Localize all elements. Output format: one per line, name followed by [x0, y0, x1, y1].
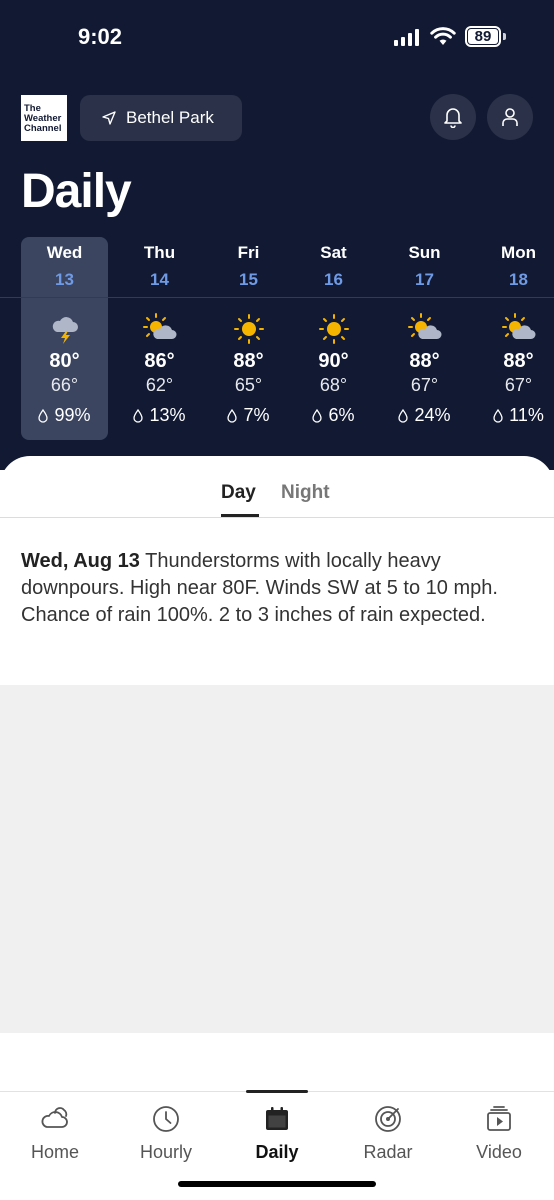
- day-low-temp: 62°: [145, 375, 174, 395]
- day-high-temp: 88°: [503, 350, 534, 372]
- header-hero: 9:02 89 The Weather Channel Bethel Park: [0, 0, 554, 470]
- person-icon: [502, 108, 518, 126]
- day-name: Fri: [237, 243, 260, 262]
- raindrop-icon: [398, 408, 409, 423]
- day-date: 13: [55, 270, 74, 289]
- weather-channel-logo[interactable]: The Weather Channel: [21, 95, 67, 141]
- raindrop-icon: [493, 408, 503, 423]
- day-column-fri[interactable]: Fri 15 88° 65° 7%: [205, 243, 292, 426]
- day-name: Sun: [408, 243, 441, 262]
- raindrop-icon: [38, 408, 49, 423]
- forecast-narrative: Wed, Aug 13 Thunderstorms with locally h…: [21, 548, 526, 629]
- tab-night[interactable]: Night: [281, 482, 330, 504]
- day-low-temp: 67°: [410, 375, 439, 395]
- detail-sheet: Day Night Wed, Aug 13 Thunderstorms with…: [0, 456, 554, 1200]
- day-column-sun[interactable]: Sun 17 88° 67° 24%: [381, 243, 468, 426]
- precip-value: 24%: [414, 405, 451, 425]
- nav-hourly[interactable]: Hourly: [121, 1104, 211, 1163]
- calendar-icon: [266, 1107, 288, 1130]
- nav-radar-label: Radar: [363, 1142, 413, 1162]
- raindrop-icon: [227, 408, 238, 423]
- precip-value: 7%: [243, 405, 270, 425]
- day-low-temp: 68°: [319, 375, 348, 395]
- day-name: Sat: [320, 243, 347, 262]
- sunny-icon: [205, 312, 292, 346]
- battery-tip: [503, 33, 506, 40]
- precip-value: 6%: [328, 405, 355, 425]
- radar-icon: [375, 1106, 401, 1132]
- video-icon: [487, 1106, 511, 1131]
- clock-icon: [153, 1106, 179, 1132]
- precip-value: 13%: [149, 405, 186, 425]
- day-precip: 24%: [381, 405, 468, 426]
- day-high-temp: 80°: [49, 350, 80, 372]
- location-label: Bethel Park: [126, 108, 214, 127]
- day-date: 18: [509, 270, 528, 289]
- nav-hourly-label: Hourly: [139, 1142, 192, 1162]
- battery-indicator: 89: [465, 26, 501, 47]
- day-column-mon[interactable]: Mon 18 88° 67° 11%: [475, 243, 554, 426]
- home-cloud-icon: [41, 1107, 68, 1128]
- raindrop-icon: [133, 408, 144, 423]
- day-precip: 13%: [116, 405, 203, 426]
- cell-signal-icon: [394, 29, 419, 46]
- status-time: 9:02: [78, 24, 123, 49]
- narrative-date: Wed, Aug 13: [21, 550, 140, 572]
- day-column-thu[interactable]: Thu 14 86° 62° 13%: [116, 243, 203, 426]
- day-high-temp: 88°: [409, 350, 440, 372]
- nav-video[interactable]: Video: [454, 1104, 544, 1163]
- nav-home[interactable]: Home: [10, 1104, 100, 1163]
- profile-button[interactable]: [487, 94, 533, 140]
- day-precip: 11%: [475, 405, 554, 426]
- day-name: Thu: [143, 243, 176, 262]
- nav-home-label: Home: [30, 1142, 79, 1162]
- day-low-temp: 65°: [234, 375, 263, 395]
- partly-cloudy-icon: [116, 312, 203, 346]
- home-indicator: [178, 1181, 376, 1187]
- bell-icon: [444, 108, 462, 128]
- day-date: 14: [150, 270, 169, 289]
- location-button[interactable]: Bethel Park: [80, 95, 242, 141]
- location-arrow-icon: [102, 111, 116, 125]
- day-column-wed[interactable]: Wed 13 80° 66° 99%: [21, 243, 108, 426]
- day-date: 16: [324, 270, 343, 289]
- thunderstorm-icon: [21, 312, 108, 346]
- raindrop-icon: [312, 408, 323, 423]
- logo-line-3: Channel: [24, 123, 62, 134]
- day-low-temp: 67°: [504, 375, 533, 395]
- nav-radar[interactable]: Radar: [343, 1104, 433, 1163]
- sunny-icon: [290, 312, 377, 346]
- day-night-tabs: Day Night: [0, 456, 554, 518]
- page-title: Daily: [21, 165, 132, 218]
- nav-video-label: Video: [476, 1142, 522, 1162]
- day-precip: 99%: [21, 405, 108, 426]
- wifi-icon: [430, 27, 456, 45]
- day-high-temp: 86°: [144, 350, 175, 372]
- day-date: 17: [415, 270, 434, 289]
- day-name: Wed: [46, 243, 83, 262]
- day-high-temp: 90°: [318, 350, 349, 372]
- precip-value: 11%: [509, 405, 544, 425]
- day-name: Mon: [501, 243, 536, 262]
- partly-cloudy-icon: [381, 312, 468, 346]
- day-date: 15: [239, 270, 258, 289]
- active-tab-indicator: [221, 514, 259, 517]
- day-precip: 6%: [290, 405, 377, 426]
- nav-active-indicator: [246, 1090, 308, 1093]
- day-low-temp: 66°: [50, 375, 79, 395]
- precip-value: 99%: [54, 405, 91, 425]
- notifications-button[interactable]: [430, 94, 476, 140]
- tab-day[interactable]: Day: [221, 482, 256, 504]
- day-high-temp: 88°: [233, 350, 264, 372]
- day-column-sat[interactable]: Sat 16 90° 68° 6%: [290, 243, 377, 426]
- nav-daily[interactable]: Daily: [232, 1104, 322, 1163]
- nav-daily-label: Daily: [255, 1142, 299, 1162]
- day-precip: 7%: [205, 405, 292, 426]
- battery-level: 89: [474, 28, 492, 45]
- content-placeholder: [0, 685, 554, 1033]
- partly-cloudy-icon: [475, 312, 554, 346]
